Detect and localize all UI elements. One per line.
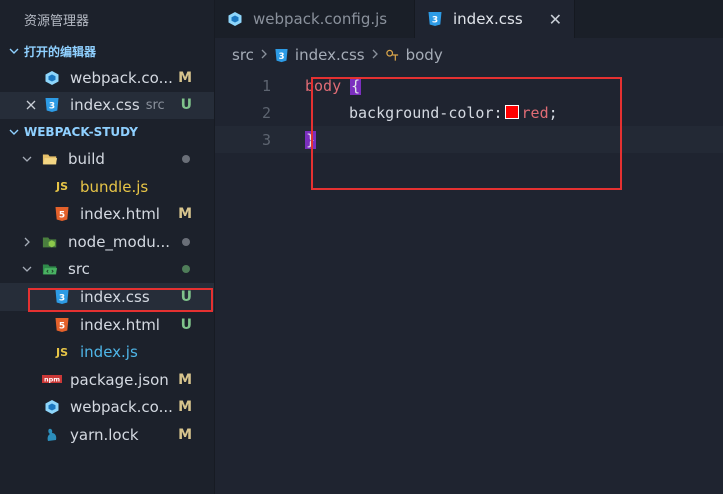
tree-file-src-index-css[interactable]: 3 index.css U — [0, 283, 214, 311]
line-number: 1 — [261, 76, 271, 95]
file-folder-hint: src — [145, 97, 165, 113]
git-status-badge: M — [178, 371, 192, 388]
line-number: 3 — [261, 130, 271, 149]
html-file-icon: 5 — [54, 317, 70, 333]
git-status-badge: U — [180, 316, 192, 333]
chevron-right-icon — [260, 48, 268, 63]
tree-file-src-index-html[interactable]: 5 index.html U — [0, 311, 214, 339]
css-file-icon: 3 — [274, 48, 289, 63]
git-status-badge: M — [178, 206, 192, 223]
html-file-icon: 5 — [54, 206, 70, 222]
file-label: webpack.co... — [70, 68, 173, 87]
css-file-icon: 3 — [54, 289, 70, 305]
folder-label: build — [68, 149, 105, 168]
webpack-icon — [44, 70, 60, 86]
webpack-icon — [44, 399, 60, 415]
breadcrumb-folder[interactable]: src — [232, 46, 254, 64]
tree-file-package-json[interactable]: npm package.json M — [0, 366, 214, 394]
tab-webpack-config[interactable]: webpack.config.js — [215, 0, 415, 38]
breadcrumb-file[interactable]: index.css — [295, 46, 365, 64]
git-status-badge: M — [178, 399, 192, 416]
src-folder-icon — [42, 261, 58, 277]
js-file-icon: JS — [55, 345, 68, 359]
chevron-right-icon — [22, 237, 34, 247]
svg-text:5: 5 — [59, 211, 65, 221]
project-label: WEBPACK-STUDY — [24, 125, 138, 140]
svg-text:npm: npm — [44, 375, 60, 383]
webpack-icon — [227, 11, 243, 27]
tree-folder-build[interactable]: build — [0, 145, 214, 173]
tree-file-yarn-lock[interactable]: yarn.lock M — [0, 421, 214, 449]
explorer-title: 资源管理器 — [24, 13, 90, 29]
file-label: webpack.co... — [70, 398, 173, 417]
git-status-badge: M — [178, 69, 192, 86]
svg-text:3: 3 — [278, 50, 284, 60]
file-label: bundle.js — [80, 177, 149, 196]
tree-folder-node-modules[interactable]: node_modu... — [0, 228, 214, 256]
git-status-badge: U — [180, 288, 192, 305]
breadcrumb: src 3 index.css body — [215, 38, 723, 72]
file-label: yarn.lock — [70, 425, 139, 444]
annotation-highlight-box — [311, 77, 622, 190]
explorer-sidebar: 资源管理器 打开的编辑器 webpack.co... M 3 index.css… — [0, 0, 215, 494]
yarn-icon — [44, 427, 60, 443]
node-folder-icon — [42, 234, 58, 250]
css-file-icon: 3 — [44, 97, 60, 113]
git-status-badge: U — [180, 97, 192, 114]
open-editor-webpack-config[interactable]: webpack.co... M — [0, 64, 214, 92]
tree-file-webpack-config[interactable]: webpack.co... M — [0, 394, 214, 422]
chevron-right-icon — [371, 48, 379, 63]
symbol-icon — [385, 48, 400, 63]
folder-open-icon — [42, 151, 58, 167]
chevron-down-icon — [8, 126, 20, 138]
code-editor[interactable]: 1 body { 2 background-color: red; 3 } — [215, 72, 723, 494]
svg-text:5: 5 — [59, 321, 65, 331]
svg-text:3: 3 — [432, 16, 438, 26]
tree-folder-src[interactable]: src — [0, 256, 214, 284]
tab-label: index.css — [453, 10, 523, 28]
js-file-icon: JS — [55, 180, 68, 194]
open-editors-header[interactable]: 打开的编辑器 — [0, 38, 214, 64]
tab-close-icon[interactable]: ✕ — [549, 10, 562, 29]
chevron-down-icon — [8, 45, 20, 57]
git-status-dot — [182, 237, 190, 246]
line-number: 2 — [261, 103, 271, 122]
css-file-icon: 3 — [427, 11, 443, 27]
git-status-dot — [182, 154, 190, 163]
tab-index-css[interactable]: 3 index.css ✕ — [415, 0, 575, 38]
breadcrumb-symbol[interactable]: body — [406, 46, 443, 64]
open-editors-label: 打开的编辑器 — [24, 44, 97, 59]
tree-file-build-index-html[interactable]: 5 index.html M — [0, 200, 214, 228]
npm-icon: npm — [42, 372, 62, 388]
close-icon[interactable] — [26, 100, 38, 110]
open-editor-index-css[interactable]: 3 index.css src U — [0, 91, 214, 120]
file-label: index.html — [80, 315, 160, 334]
file-label: index.css — [80, 287, 150, 306]
project-header[interactable]: WEBPACK-STUDY — [0, 119, 214, 145]
editor-tab-bar: webpack.config.js 3 index.css ✕ — [215, 0, 723, 38]
tab-label: webpack.config.js — [253, 10, 388, 28]
file-label: index.css — [70, 96, 140, 115]
svg-text:3: 3 — [59, 293, 65, 303]
tree-file-src-index-js[interactable]: JS index.js — [0, 338, 214, 366]
git-status-badge: M — [178, 426, 192, 443]
folder-label: node_modu... — [68, 232, 171, 251]
tree-file-bundle-js[interactable]: JS bundle.js — [0, 173, 214, 201]
git-status-dot — [182, 265, 190, 274]
svg-text:3: 3 — [49, 102, 55, 112]
folder-label: src — [68, 260, 90, 279]
file-label: package.json — [70, 370, 169, 389]
chevron-down-icon — [22, 154, 34, 164]
file-label: index.js — [80, 343, 138, 362]
file-label: index.html — [80, 205, 160, 224]
chevron-down-icon — [22, 264, 34, 274]
